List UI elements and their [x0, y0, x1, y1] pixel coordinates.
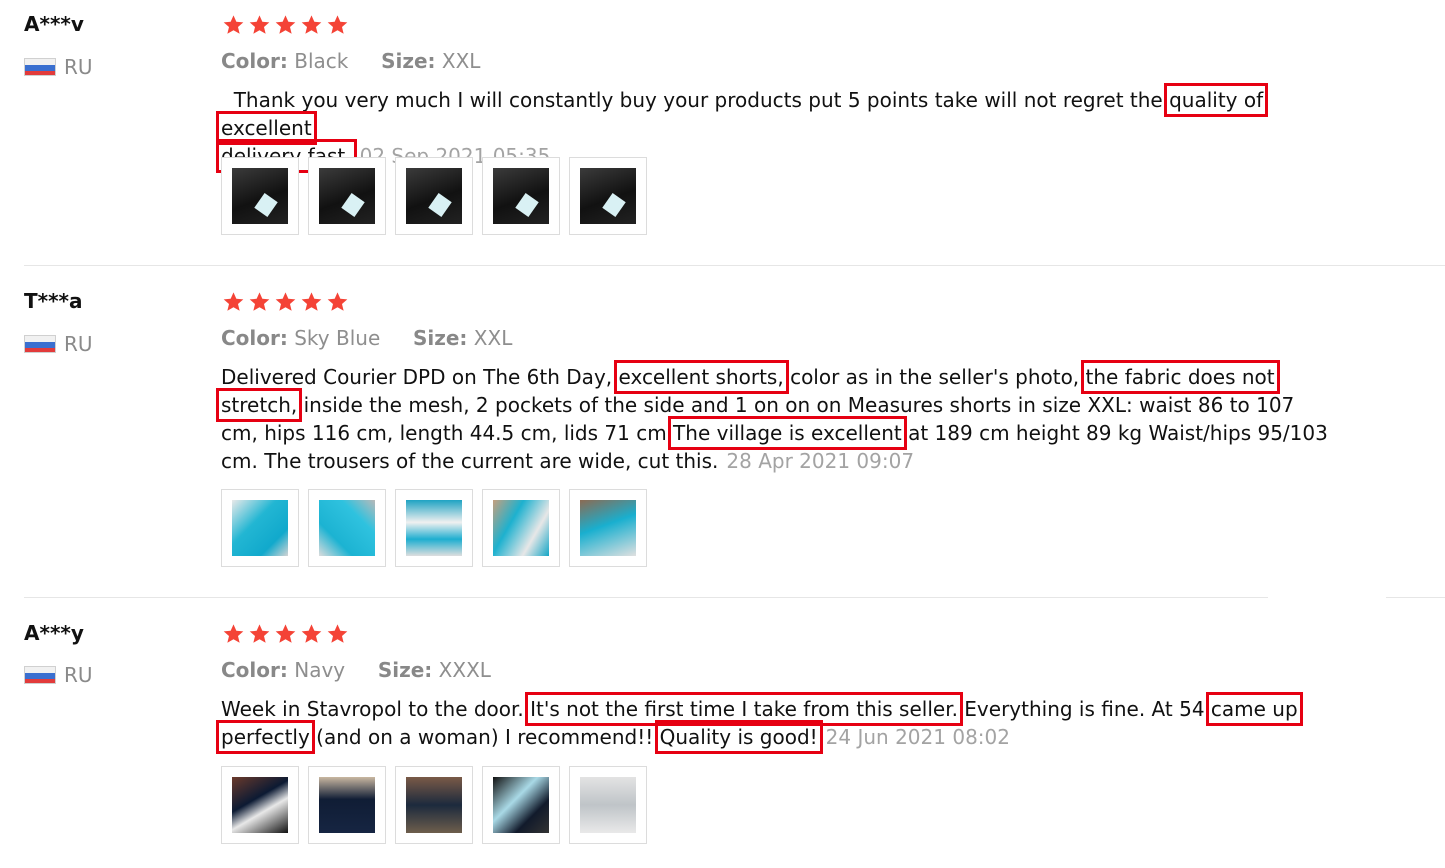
star-rating: [222, 291, 349, 313]
star-icon: [249, 15, 270, 34]
reviewer-country: RU: [24, 55, 93, 79]
star-icon: [223, 292, 244, 311]
size-value: XXL: [473, 326, 513, 350]
review-text: Delivered Courier DPD on The 6th Day, ex…: [216, 360, 1331, 475]
country-code: RU: [64, 332, 93, 356]
review-photo[interactable]: [221, 766, 299, 844]
review-photo[interactable]: [308, 157, 386, 235]
review-photo[interactable]: [482, 766, 560, 844]
color-label: Color:: [221, 326, 288, 350]
star-icon: [301, 624, 322, 643]
country-code: RU: [64, 55, 93, 79]
review-photo[interactable]: [221, 157, 299, 235]
color-value: Sky Blue: [294, 326, 381, 350]
review-text-segment: Delivered Courier DPD on The 6th Day,: [221, 365, 613, 389]
review-photo[interactable]: [482, 489, 560, 567]
review-photos: [221, 489, 647, 567]
size-value: XXXL: [438, 658, 491, 682]
review-text-segment: Week in Stavropol to the door.: [221, 697, 531, 721]
star-icon: [249, 292, 270, 311]
review-text-segment: color as in the seller's photo,: [783, 365, 1080, 389]
star-icon: [327, 292, 348, 311]
review-photos: [221, 766, 647, 844]
star-icon: [249, 624, 270, 643]
russia-flag-icon: [24, 58, 56, 76]
star-icon: [301, 15, 322, 34]
size-value: XXL: [441, 49, 481, 73]
star-icon: [275, 15, 296, 34]
reviewer-name: A***y: [24, 621, 84, 645]
highlighted-phrase: The village is excellent: [668, 416, 907, 450]
review-photo[interactable]: [395, 766, 473, 844]
star-icon: [223, 624, 244, 643]
sku-info: Color: Sky Blue Size: XXL: [221, 326, 512, 350]
color-label: Color:: [221, 658, 288, 682]
review-photo[interactable]: [482, 157, 560, 235]
star-icon: [301, 292, 322, 311]
review-photo[interactable]: [569, 157, 647, 235]
review-photo[interactable]: [395, 489, 473, 567]
highlighted-phrase: excellent shorts,: [613, 360, 789, 394]
highlighted-phrase: It's not the first time I take from this…: [525, 692, 963, 726]
review-item: A***y RU Color: Navy Size: XXXL Week in …: [0, 598, 1445, 868]
star-icon: [275, 624, 296, 643]
highlighted-phrase: Quality is good!: [654, 720, 823, 754]
color-value: Navy: [294, 658, 346, 682]
review-photo[interactable]: [569, 489, 647, 567]
russia-flag-icon: [24, 335, 56, 353]
country-code: RU: [64, 663, 93, 687]
review-text-segment: Thank you very much I will constantly bu…: [221, 88, 1170, 112]
size-label: Size:: [381, 49, 436, 73]
color-value: Black: [294, 49, 349, 73]
review-photo[interactable]: [308, 766, 386, 844]
sku-info: Color: Navy Size: XXXL: [221, 658, 491, 682]
size-label: Size:: [412, 326, 468, 350]
reviewer-country: RU: [24, 332, 93, 356]
review-photo[interactable]: [569, 766, 647, 844]
reviewer-country: RU: [24, 663, 93, 687]
sku-info: Color: Black Size: XXL: [221, 49, 480, 73]
reviewer-name: A***v: [24, 12, 84, 36]
review-date: 24 Jun 2021 08:02: [825, 725, 1010, 749]
review-item: T***a RU Color: Sky Blue Size: XXL Deliv…: [0, 266, 1445, 598]
star-icon: [275, 292, 296, 311]
color-label: Color:: [221, 49, 288, 73]
star-icon: [327, 15, 348, 34]
review-item: A***v RU Color: Black Size: XXL Thank yo…: [0, 0, 1445, 265]
size-label: Size:: [377, 658, 433, 682]
review-text-segment: (and on a woman) I recommend!!: [309, 725, 660, 749]
review-photo[interactable]: [395, 157, 473, 235]
star-rating: [222, 623, 349, 645]
review-text-segment: Everything is fine. At 54: [957, 697, 1211, 721]
review-text: Week in Stavropol to the door. It's not …: [216, 692, 1331, 754]
review-photos: [221, 157, 647, 235]
star-rating: [222, 14, 349, 36]
review-photo[interactable]: [308, 489, 386, 567]
review-photo[interactable]: [221, 489, 299, 567]
star-icon: [223, 15, 244, 34]
russia-flag-icon: [24, 666, 56, 684]
star-icon: [327, 624, 348, 643]
review-date: 28 Apr 2021 09:07: [726, 449, 915, 473]
reviewer-name: T***a: [24, 289, 83, 313]
